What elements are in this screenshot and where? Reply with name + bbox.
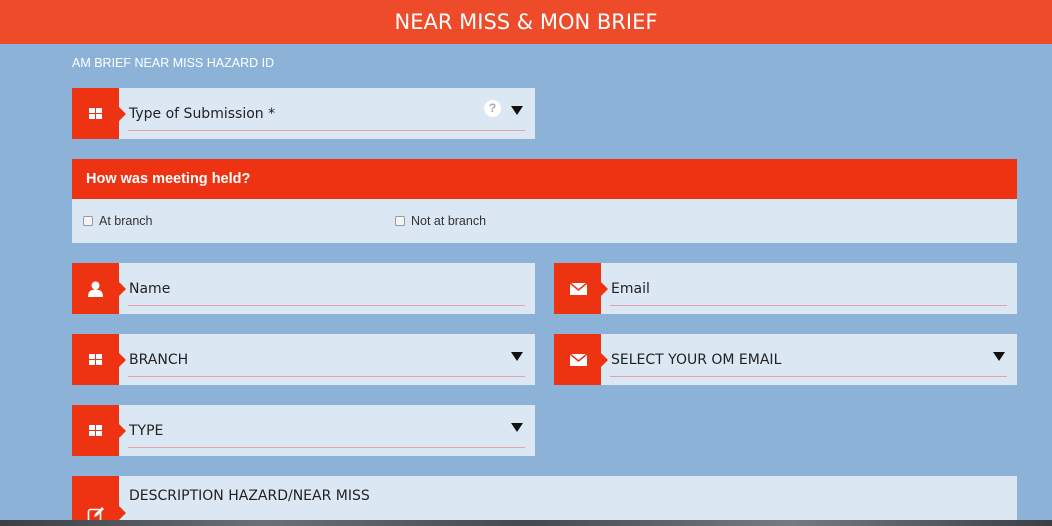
background-image-strip [0,520,1052,526]
field-underline [610,305,1007,306]
option-at-branch-label: At branch [99,214,153,228]
branch-select[interactable]: BRANCH [72,334,535,385]
description-textarea[interactable]: DESCRIPTION HAZARD/NEAR MISS [72,476,1017,526]
chevron-down-icon[interactable] [993,352,1005,361]
checkbox-at-branch[interactable] [83,216,93,226]
email-label: Email [611,281,650,297]
grid-icon [72,405,126,456]
field-underline [128,130,525,131]
name-field[interactable]: Name [72,263,535,314]
submission-type-select[interactable]: Type of Submission * ? [72,88,535,139]
grid-icon [72,88,126,139]
type-select[interactable]: TYPE [72,405,535,456]
chevron-down-icon[interactable] [511,352,523,361]
option-not-at-branch-label: Not at branch [411,214,487,228]
name-label: Name [129,281,171,297]
envelope-icon [554,263,608,314]
checkbox-not-at-branch[interactable] [395,216,405,226]
grid-icon [72,334,126,385]
branch-label: BRANCH [129,352,189,368]
field-underline [128,305,525,306]
field-underline [128,447,525,448]
user-icon [72,263,126,314]
om-email-select[interactable]: SELECT YOUR OM EMAIL [554,334,1017,385]
option-not-at-branch[interactable]: Not at branch [395,214,486,228]
field-underline [610,376,1007,377]
form-subtitle: AM BRIEF NEAR MISS HAZARD ID [72,56,275,70]
field-underline [128,376,525,377]
edit-icon [72,476,126,526]
option-at-branch[interactable]: At branch [83,214,153,228]
page-header: NEAR MISS & MON BRIEF [0,0,1052,44]
om-email-label: SELECT YOUR OM EMAIL [611,352,782,368]
type-label: TYPE [129,423,164,439]
submission-type-label: Type of Submission * [129,106,276,122]
help-icon[interactable]: ? [484,100,501,117]
email-field[interactable]: Email [554,263,1017,314]
meeting-question: How was meeting held? [72,159,1017,199]
page-title: NEAR MISS & MON BRIEF [394,10,658,34]
chevron-down-icon[interactable] [511,106,523,115]
chevron-down-icon[interactable] [511,423,523,432]
description-label: DESCRIPTION HAZARD/NEAR MISS [129,488,370,504]
meeting-section: How was meeting held? At branch Not at b… [72,159,1017,243]
envelope-icon [554,334,608,385]
